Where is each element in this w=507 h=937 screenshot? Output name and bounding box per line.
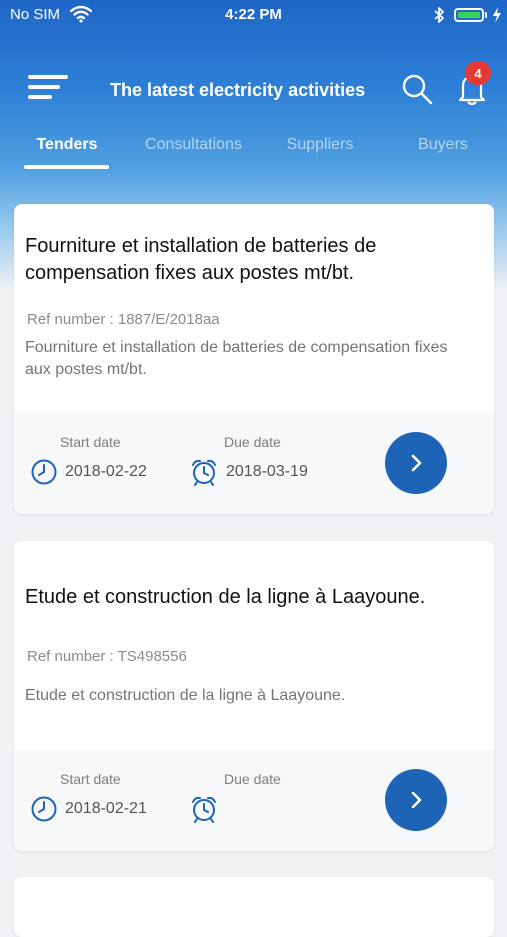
alarm-clock-icon — [190, 458, 218, 486]
due-date-label: Due date — [224, 771, 281, 787]
charging-icon — [492, 6, 502, 28]
clock-icon — [30, 795, 58, 823]
card-ref-number: Ref number : TS498556 — [27, 648, 187, 665]
bluetooth-icon — [433, 5, 445, 29]
start-date-label: Start date — [60, 434, 121, 450]
open-card-button[interactable] — [385, 769, 447, 831]
card-footer: Start date 2018-02-21 Due date — [14, 749, 494, 851]
chevron-right-icon — [411, 454, 422, 472]
search-icon[interactable] — [400, 72, 434, 106]
start-date-label: Start date — [60, 771, 121, 787]
card-description: Etude et construction de la ligne à Laay… — [25, 687, 346, 704]
tab-suppliers[interactable]: Suppliers — [270, 136, 370, 154]
hamburger-menu-icon[interactable] — [28, 75, 68, 101]
start-date-value: 2018-02-22 — [65, 463, 147, 480]
tab-consultations[interactable]: Consultations — [132, 136, 255, 154]
battery-tip — [485, 12, 487, 18]
card-description: Fourniture et installation de batteries … — [25, 339, 448, 378]
due-date-label: Due date — [224, 434, 281, 450]
clock-icon — [30, 458, 58, 486]
card-title: Etude et construction de la ligne à Laay… — [25, 586, 426, 608]
start-date-value: 2018-02-21 — [65, 800, 147, 817]
card-body: Etude et construction de la ligne à Laay… — [14, 541, 494, 749]
tender-card[interactable]: Etude et construction de la ligne à Laay… — [14, 541, 494, 851]
card-ref-number: Ref number : 1887/E/2018aa — [27, 311, 220, 328]
due-date-value: 2018-03-19 — [226, 463, 308, 480]
status-bar: No SIM 4:22 PM — [0, 0, 507, 32]
notification-badge: 4 — [465, 61, 491, 85]
page-title: The latest electricity activities — [110, 80, 366, 100]
card-footer: Start date 2018-02-22 Due date 2018-03-1… — [14, 412, 494, 514]
tab-bar: Tenders Consultations Suppliers Buyers — [0, 130, 507, 170]
alarm-clock-icon — [190, 795, 218, 823]
chevron-right-icon — [411, 791, 422, 809]
open-card-button[interactable] — [385, 432, 447, 494]
active-tab-indicator — [24, 165, 109, 169]
tab-tenders[interactable]: Tenders — [24, 136, 110, 154]
card-body: Fourniture et installation de batteries … — [14, 204, 494, 412]
tender-card[interactable]: Fourniture et installation de batteries … — [14, 204, 494, 514]
card-title: Fourniture et installation de batteries … — [25, 235, 377, 284]
status-time: 4:22 PM — [225, 6, 282, 23]
tab-buyers[interactable]: Buyers — [398, 136, 488, 154]
tender-card[interactable] — [14, 877, 494, 937]
battery-icon — [454, 8, 484, 22]
